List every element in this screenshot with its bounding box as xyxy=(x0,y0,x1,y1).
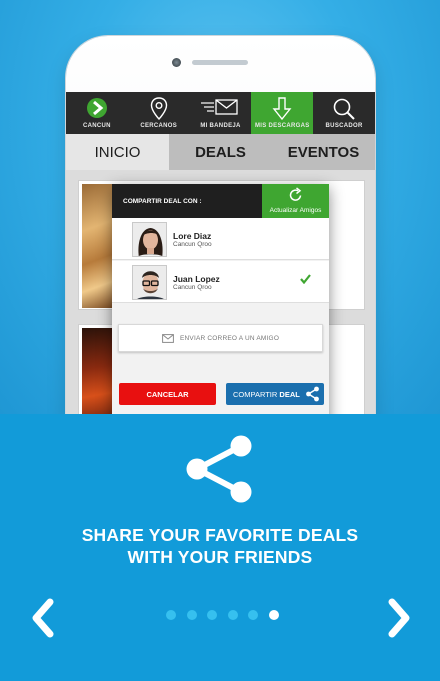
friend-row[interactable]: Juan Lopez Cancun Qroo xyxy=(112,261,329,303)
share-deal-label: COMPARTIR DEAL xyxy=(233,390,300,399)
tab-eventos[interactable]: EVENTOS xyxy=(272,134,375,170)
dialog-title: COMPARTIR DEAL CON : xyxy=(123,198,202,205)
page-dot[interactable] xyxy=(186,610,197,620)
promo-panel: SHARE YOUR FAVORITE DEALS WITH YOUR FRIE… xyxy=(0,414,440,681)
share-icon xyxy=(306,386,319,402)
email-friend-label: ENVIAR CORREO A UN AMIGO xyxy=(180,335,280,342)
cancel-button[interactable]: CANCELAR xyxy=(119,383,216,405)
phone-camera xyxy=(172,58,181,67)
page-dot[interactable] xyxy=(207,610,217,620)
download-arrow-icon xyxy=(272,97,292,121)
email-friend-button[interactable]: ENVIAR CORREO A UN AMIGO xyxy=(118,324,323,352)
refresh-label: Actualizar Amigos xyxy=(269,207,322,214)
nav-label: CANCUN xyxy=(82,123,111,129)
nav-label: MI BANDEJA xyxy=(200,123,241,129)
mail-icon xyxy=(201,99,239,115)
page-dot[interactable] xyxy=(248,610,258,620)
chevron-right-icon[interactable] xyxy=(384,598,414,638)
top-background: CANCUN CERCANOS MI BANDEJA MIS DESCARGAS… xyxy=(0,0,440,414)
phone-screen: CANCUN CERCANOS MI BANDEJA MIS DESCARGAS… xyxy=(66,92,375,414)
chevron-left-icon[interactable] xyxy=(28,598,58,638)
share-label-bold: DEAL xyxy=(279,390,300,399)
deal-image xyxy=(82,328,114,414)
app-nav-bar: CANCUN CERCANOS MI BANDEJA MIS DESCARGAS… xyxy=(66,92,375,134)
nav-item-mis-descargas[interactable]: MIS DESCARGAS xyxy=(251,92,314,134)
share-deal-button[interactable]: COMPARTIR DEAL xyxy=(226,383,324,405)
deal-image xyxy=(82,184,114,308)
avatar xyxy=(132,222,167,257)
location-pin-icon xyxy=(150,97,167,121)
dialog-header: COMPARTIR DEAL CON : Actualizar Amigos xyxy=(112,184,329,218)
nav-label: BUSCADOR xyxy=(325,123,363,129)
share-deal-dialog: COMPARTIR DEAL CON : Actualizar Amigos L… xyxy=(112,184,329,414)
nav-item-cercanos[interactable]: CERCANOS xyxy=(128,92,190,134)
page-dot[interactable] xyxy=(268,610,279,620)
refresh-friends-button[interactable]: Actualizar Amigos xyxy=(262,184,329,218)
headline-line-1: SHARE YOUR FAVORITE DEALS xyxy=(81,525,359,545)
friend-city: Cancun Qroo xyxy=(173,241,212,248)
tab-deals[interactable]: DEALS xyxy=(169,134,272,170)
nav-label: MIS DESCARGAS xyxy=(255,123,310,129)
logo-arrow-icon xyxy=(86,98,107,118)
friend-city: Cancun Qroo xyxy=(173,284,212,291)
nav-item-buscador[interactable]: BUSCADOR xyxy=(313,92,375,134)
share-label-prefix: COMPARTIR xyxy=(233,390,280,399)
search-icon xyxy=(333,98,355,120)
check-icon xyxy=(300,274,311,284)
envelope-icon xyxy=(162,334,174,343)
nav-label: CERCANOS xyxy=(140,123,178,129)
friend-row[interactable]: Lore Diaz Cancun Qroo xyxy=(112,218,329,260)
tab-bar: INICIO DEALS EVENTOS xyxy=(66,134,375,170)
avatar xyxy=(132,265,167,300)
friend-name: Lore Diaz xyxy=(173,231,212,241)
promo-headline: SHARE YOUR FAVORITE DEALS WITH YOUR FRIE… xyxy=(0,524,440,568)
share-icon xyxy=(186,435,252,503)
nav-item-mi-bandeja[interactable]: MI BANDEJA xyxy=(190,92,252,134)
page-indicator xyxy=(160,610,282,622)
refresh-icon xyxy=(289,187,302,201)
phone-speaker xyxy=(192,60,248,65)
page-dot[interactable] xyxy=(166,610,176,620)
nav-item-cancun[interactable]: CANCUN xyxy=(66,92,128,134)
headline-line-2: WITH YOUR FRIENDS xyxy=(127,547,313,567)
page-dot[interactable] xyxy=(227,610,238,620)
phone-mockup: CANCUN CERCANOS MI BANDEJA MIS DESCARGAS… xyxy=(66,36,375,414)
tab-inicio[interactable]: INICIO xyxy=(66,134,169,170)
friend-name: Juan Lopez xyxy=(173,274,220,284)
